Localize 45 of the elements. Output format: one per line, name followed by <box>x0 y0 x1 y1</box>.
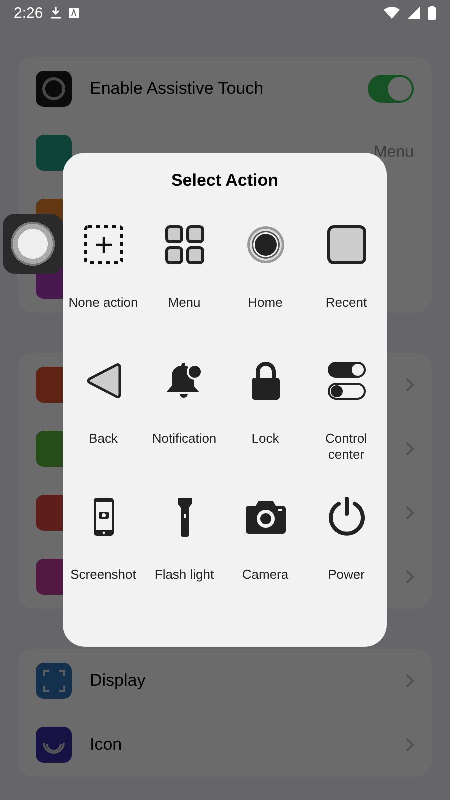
chevron-right-icon <box>406 378 414 392</box>
power-icon[interactable] <box>326 497 366 537</box>
flashlight-icon[interactable] <box>178 497 192 537</box>
bell-icon[interactable] <box>166 361 202 401</box>
action-label[interactable]: Menu <box>146 295 222 327</box>
setting-label: Icon <box>90 735 122 755</box>
action-label[interactable]: Home <box>228 295 304 327</box>
action-label[interactable]: Flash light <box>146 567 222 599</box>
chevron-right-icon <box>406 442 414 456</box>
download-icon <box>51 7 62 19</box>
action-label[interactable]: Lock <box>228 431 304 463</box>
action-label[interactable]: Recent <box>308 295 384 327</box>
action-label[interactable]: Camera <box>228 567 304 599</box>
battery-icon <box>428 6 436 20</box>
wifi-icon <box>384 7 400 19</box>
action-label[interactable]: Control center <box>308 431 384 463</box>
grid-icon[interactable] <box>164 225 204 265</box>
action-label[interactable]: Screenshot <box>66 567 142 599</box>
app-icon <box>36 71 72 107</box>
dashed-plus-icon[interactable] <box>84 225 124 265</box>
floating-assistive-button[interactable] <box>3 214 63 274</box>
action-label[interactable]: Notification <box>146 431 222 463</box>
toggle-switch[interactable] <box>368 75 414 103</box>
toggles-icon[interactable] <box>326 361 366 401</box>
app-icon <box>36 727 72 763</box>
action-label[interactable]: Back <box>66 431 142 463</box>
dialog-title: Select Action <box>170 171 280 191</box>
square-icon[interactable] <box>326 225 366 265</box>
setting-label: Enable Assistive Touch <box>90 79 264 99</box>
lock-icon[interactable] <box>250 361 280 401</box>
signal-icon <box>408 7 420 19</box>
app-icon <box>36 663 72 699</box>
action-label[interactable]: Power <box>308 567 384 599</box>
action-label[interactable]: None action <box>66 295 142 327</box>
chevron-right-icon <box>406 674 414 688</box>
keyboard-icon <box>69 8 80 18</box>
phone-camera-icon[interactable] <box>92 497 114 537</box>
setting-label: Display <box>90 671 146 691</box>
back-triangle-icon[interactable] <box>86 361 122 401</box>
chevron-right-icon <box>406 506 414 520</box>
chevron-right-icon <box>406 738 414 752</box>
status-time: 2:26 <box>14 4 44 22</box>
chevron-right-icon <box>406 570 414 584</box>
home-button-icon[interactable] <box>246 225 286 265</box>
app-icon <box>36 135 72 171</box>
